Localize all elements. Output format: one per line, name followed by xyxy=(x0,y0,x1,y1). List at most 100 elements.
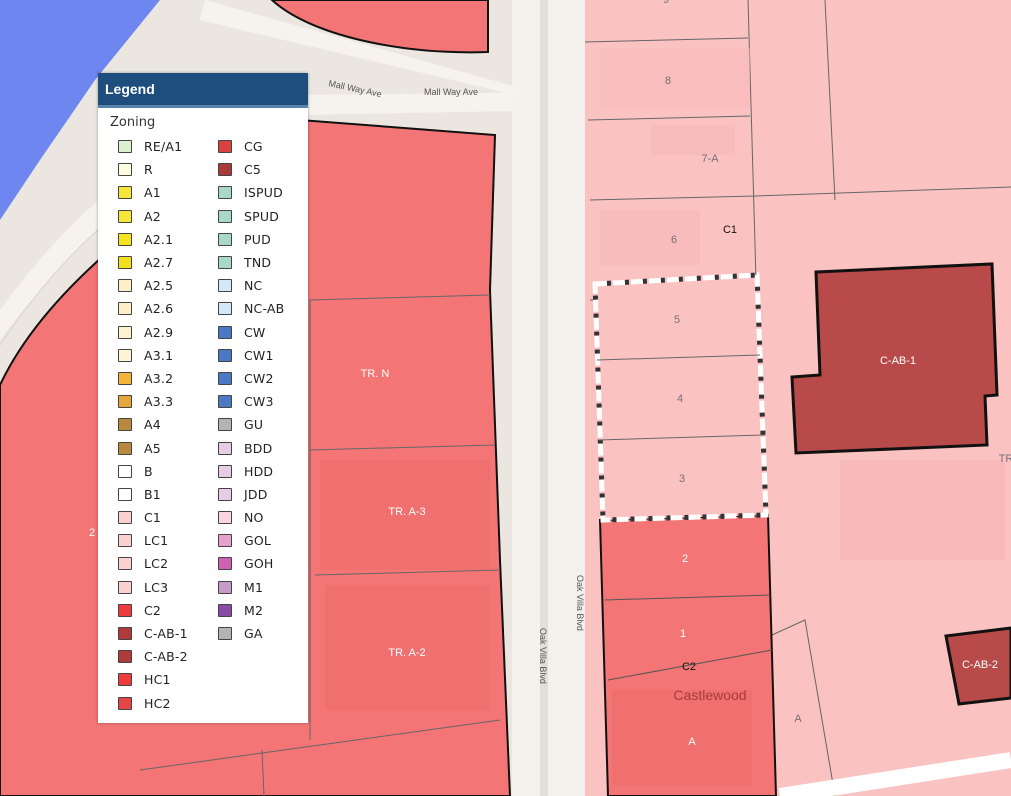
zone-label-c1: C1 xyxy=(723,224,737,236)
parcel-label-8: 8 xyxy=(665,75,671,87)
legend-item: PUD xyxy=(218,228,284,251)
legend-swatch xyxy=(118,418,132,432)
legend-item: A3.3 xyxy=(118,390,188,413)
legend-label: PUD xyxy=(244,231,271,247)
legend-panel: Legend Zoning RE/A1 R A1 A2 A2.1 A2.7 A2.5 A2.6… xyxy=(98,73,308,723)
legend-swatch xyxy=(218,348,232,362)
legend-label: A2.6 xyxy=(144,301,174,317)
legend-item: JDD xyxy=(218,483,284,506)
legend-swatch xyxy=(218,627,232,641)
legend-item: CG xyxy=(218,135,284,158)
parcel-label-2: 2 xyxy=(682,553,688,565)
parcel-label-tr-edge: TR xyxy=(999,453,1011,465)
legend-swatch xyxy=(118,557,132,571)
parcel-label-4: 4 xyxy=(677,393,683,405)
legend-label: M1 xyxy=(244,579,264,595)
legend-item: GU xyxy=(218,413,284,436)
legend-label: A2.1 xyxy=(144,231,174,247)
legend-swatch xyxy=(218,140,232,154)
bldg-6 xyxy=(600,210,700,265)
legend-item: A1 xyxy=(118,181,188,204)
legend-label: BDD xyxy=(244,440,273,456)
legend-item: CW1 xyxy=(218,344,284,367)
legend-item: NC-AB xyxy=(218,297,284,320)
bldg-right xyxy=(840,460,1005,560)
parcel-label-left-2: 2 xyxy=(89,527,95,539)
legend-swatch xyxy=(118,256,132,270)
legend-swatch xyxy=(218,511,232,525)
legend-swatch xyxy=(218,279,232,293)
legend-swatch xyxy=(218,256,232,270)
legend-item: GOH xyxy=(218,552,284,575)
legend-swatch xyxy=(118,325,132,339)
legend-swatch xyxy=(118,511,132,525)
legend-swatch xyxy=(218,163,232,177)
legend-swatch xyxy=(118,371,132,385)
parcel-label-cab1: C-AB-1 xyxy=(880,355,916,367)
legend-item: NC xyxy=(218,274,284,297)
street-label-oak-villa-1: Oak Villa Blvd xyxy=(575,575,585,631)
parcel-label-1: 1 xyxy=(680,628,686,640)
legend-item: CW3 xyxy=(218,390,284,413)
legend-label: CW2 xyxy=(244,370,274,386)
place-label-castlewood: Castlewood xyxy=(673,687,746,703)
legend-label: A1 xyxy=(144,185,161,201)
legend-swatch xyxy=(118,603,132,617)
legend-swatch xyxy=(118,464,132,478)
legend-swatch xyxy=(118,140,132,154)
street-label-mall-way-2: Mall Way Ave xyxy=(424,87,478,97)
legend-item: M1 xyxy=(218,576,284,599)
legend-label: JDD xyxy=(244,486,268,502)
legend-label: SPUD xyxy=(244,208,280,224)
legend-label: GA xyxy=(244,626,263,642)
legend-label: NO xyxy=(244,510,264,526)
legend-swatch xyxy=(118,348,132,362)
legend-label: GOH xyxy=(244,556,274,572)
parcel-label-6: 6 xyxy=(671,234,677,246)
legend-item: C1 xyxy=(118,506,188,529)
legend-label: GOL xyxy=(244,533,272,549)
legend-swatch xyxy=(218,580,232,594)
legend-swatch xyxy=(218,186,232,200)
parcel-label-5: 5 xyxy=(674,314,680,326)
legend-swatch xyxy=(218,302,232,316)
legend-swatch xyxy=(218,487,232,501)
legend-item: A3.2 xyxy=(118,367,188,390)
legend-label: CW3 xyxy=(244,394,274,410)
legend-item: A2 xyxy=(118,205,188,228)
legend-swatch xyxy=(218,395,232,409)
legend-label: LC3 xyxy=(144,579,169,595)
legend-label: A4 xyxy=(144,417,161,433)
legend-item: A4 xyxy=(118,413,188,436)
legend-item: LC3 xyxy=(118,576,188,599)
legend-title: Legend xyxy=(98,73,308,108)
parcel-label-a: A xyxy=(688,736,696,748)
legend-item: TND xyxy=(218,251,284,274)
legend-label: A2.9 xyxy=(144,324,174,340)
legend-label: A2.5 xyxy=(144,278,174,294)
street-label-oak-villa-2: Oak Villa Blvd xyxy=(538,628,548,684)
legend-label: C1 xyxy=(144,510,162,526)
legend-swatch xyxy=(218,371,232,385)
legend-swatch xyxy=(118,696,132,710)
legend-label: CG xyxy=(244,139,263,155)
legend-item: B1 xyxy=(118,483,188,506)
legend-section-zoning: Zoning xyxy=(110,115,156,130)
legend-label: LC2 xyxy=(144,556,169,572)
legend-label: LC1 xyxy=(144,533,169,549)
legend-label: C-AB-1 xyxy=(144,626,188,642)
legend-label: A2 xyxy=(144,208,161,224)
legend-item: B xyxy=(118,460,188,483)
legend-swatch xyxy=(218,325,232,339)
legend-swatch xyxy=(118,580,132,594)
legend-item: HC2 xyxy=(118,692,188,715)
legend-swatch xyxy=(118,441,132,455)
legend-item: R xyxy=(118,158,188,181)
legend-item: LC2 xyxy=(118,552,188,575)
legend-label: C-AB-2 xyxy=(144,649,188,665)
legend-swatch xyxy=(118,302,132,316)
legend-swatch xyxy=(218,464,232,478)
parcel-label-7a: 7-A xyxy=(701,153,719,165)
legend-item: M2 xyxy=(218,599,284,622)
legend-swatch xyxy=(118,209,132,223)
